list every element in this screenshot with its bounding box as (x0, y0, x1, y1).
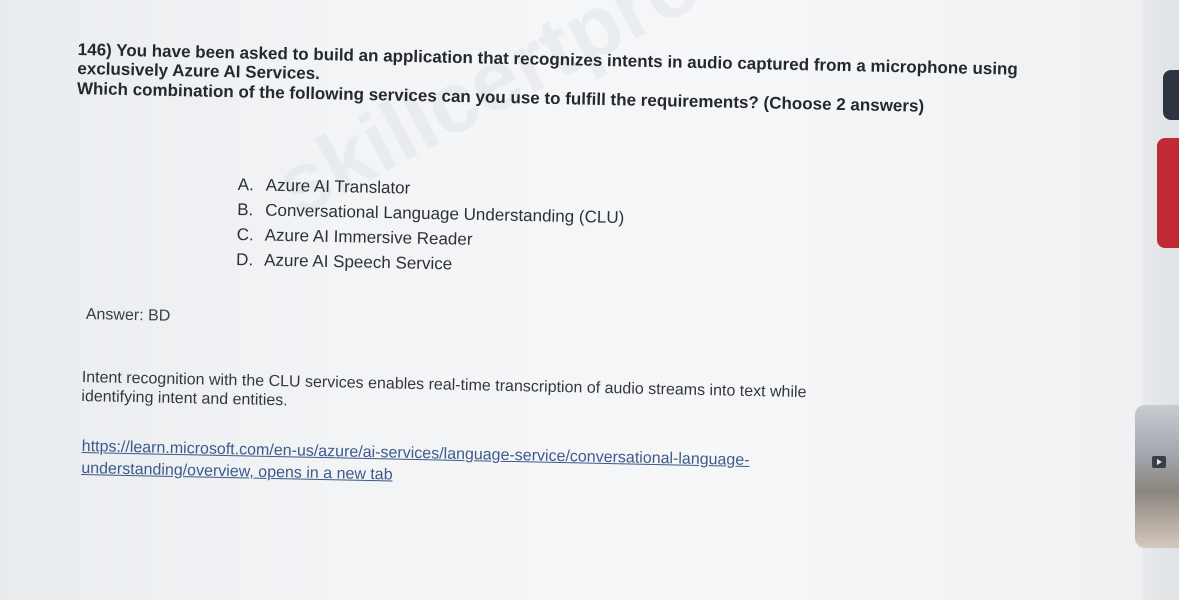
answer-options: A. Azure AI Translator B. Conversational… (236, 172, 625, 280)
play-icon[interactable] (1152, 456, 1166, 468)
answer-text: Answer: BD (85, 306, 171, 325)
reference-link-line-2[interactable]: understanding/overview, opens in a new t… (81, 460, 393, 484)
document-view: skillcertpro-exams-pixel.com 146) You ha… (0, 0, 1179, 600)
reference-link[interactable]: https://learn.microsoft.com/en-us/azure/… (81, 436, 862, 496)
explanation-text: Intent recognition with the CLU services… (81, 368, 922, 424)
side-tab-dark[interactable] (1163, 70, 1179, 120)
video-thumbnail[interactable] (1135, 405, 1179, 548)
option-letter: C. (236, 224, 254, 245)
option-text: Azure AI Translator (265, 175, 411, 198)
side-tab-red[interactable] (1157, 138, 1179, 248)
option-letter: B. (237, 199, 254, 220)
option-text: Azure AI Speech Service (263, 250, 453, 274)
option-letter: A. (237, 174, 254, 195)
question-text: 146) You have been asked to build an app… (77, 40, 1028, 118)
option-letter: D. (235, 249, 254, 270)
